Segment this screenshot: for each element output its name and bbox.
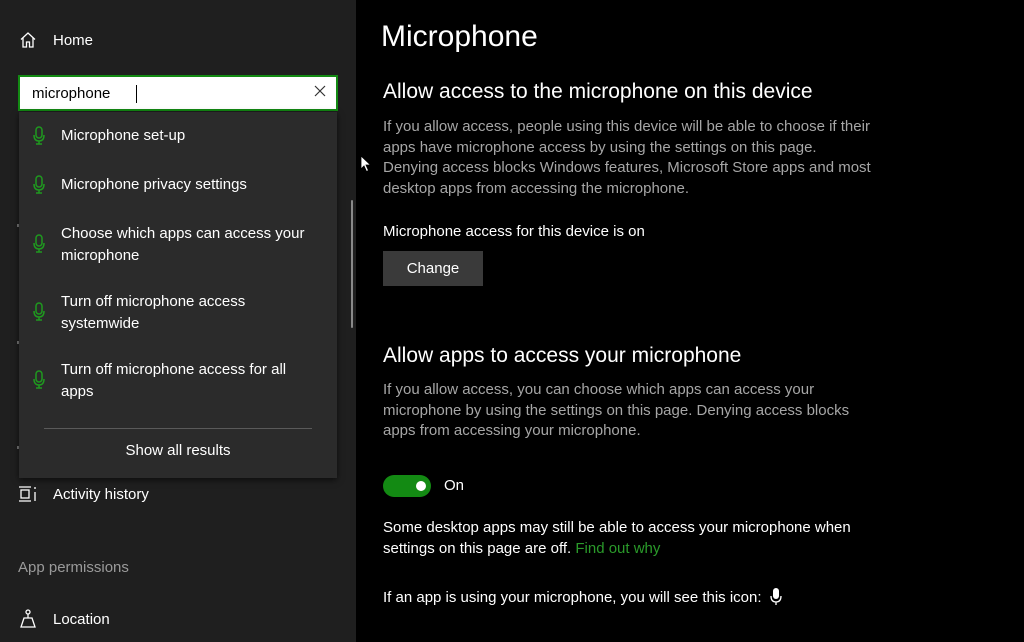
desktop-apps-note: Some desktop apps may still be able to a… [383, 517, 883, 559]
suggestion-label: Turn off microphone access for all apps [61, 361, 287, 400]
suggestion-item[interactable]: Microphone set-up [19, 125, 337, 147]
suggestion-label: Microphone set-up [61, 127, 186, 144]
sidebar-item-location[interactable]: Location [18, 609, 110, 629]
main-content: Microphone Allow access to the microphon… [356, 0, 1024, 642]
sidebar-item-home[interactable]: Home [18, 30, 93, 50]
microphone-icon [31, 301, 47, 321]
page-title: Microphone [381, 20, 538, 53]
microphone-icon [31, 369, 47, 389]
dropdown-divider [44, 428, 312, 429]
microphone-icon [31, 125, 47, 145]
suggestion-label: Turn off microphone access systemwide [61, 293, 246, 332]
mic-in-use-note-text: If an app is using your microphone, you … [383, 588, 762, 606]
show-all-results-button[interactable]: Show all results [19, 442, 337, 459]
search-box [18, 75, 338, 111]
mic-in-use-note: If an app is using your microphone, you … [383, 588, 782, 606]
section-label-app-permissions: App permissions [18, 559, 129, 576]
search-suggestions-dropdown: Microphone set-up Microphone privacy set… [19, 112, 337, 478]
suggestion-item[interactable]: Turn off microphone access systemwide [19, 291, 337, 335]
apps-access-heading: Allow apps to access your microphone [383, 344, 742, 367]
suggestion-label: Microphone privacy settings [61, 176, 247, 193]
sidebar-scrollbar[interactable] [351, 200, 353, 328]
mouse-cursor [360, 155, 372, 178]
apps-access-description: If you allow access, you can choose whic… [383, 381, 850, 440]
home-icon [18, 30, 38, 50]
microphone-icon [31, 233, 47, 253]
search-input[interactable] [20, 77, 304, 109]
change-button[interactable]: Change [383, 251, 483, 286]
sidebar-item-label: Home [53, 31, 94, 49]
suggestion-item[interactable]: Choose which apps can access your microp… [19, 223, 337, 267]
sidebar-item-label: Activity history [53, 485, 149, 503]
device-access-status: Microphone access for this device is on [383, 223, 645, 240]
microphone-icon [31, 174, 47, 194]
suggestion-label: Choose which apps can access your microp… [61, 225, 305, 264]
device-access-heading: Allow access to the microphone on this d… [383, 80, 813, 103]
sidebar-item-activity-history[interactable]: Activity history [18, 484, 149, 504]
sidebar-item-label: Location [53, 610, 110, 628]
device-access-description: If you allow access, people using this d… [383, 118, 871, 198]
apps-access-toggle[interactable] [383, 475, 431, 497]
activity-history-icon [18, 484, 38, 504]
close-icon [314, 84, 326, 102]
toggle-state-label: On [444, 477, 465, 494]
suggestion-item[interactable]: Turn off microphone access for all apps [19, 359, 337, 403]
clear-search-button[interactable] [304, 77, 336, 109]
text-caret [136, 85, 137, 103]
location-icon [18, 609, 38, 629]
microphone-icon [769, 588, 782, 606]
toggle-knob [416, 481, 426, 491]
find-out-why-link[interactable]: Find out why [575, 540, 660, 557]
suggestion-item[interactable]: Microphone privacy settings [19, 174, 337, 196]
